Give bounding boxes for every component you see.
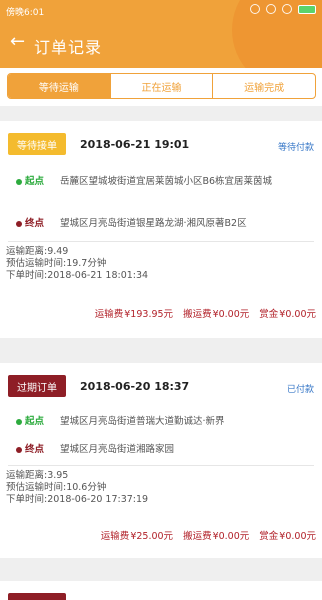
reward: 赏金 ¥0.00元: [259, 528, 316, 542]
status-bar: 傍晚6:01: [0, 0, 322, 22]
order-info: 运输距离:9.49 预估运输时间:19.7分钟 下单时间:2018-06-21 …: [6, 246, 148, 282]
payment-status[interactable]: 已付款: [287, 382, 314, 395]
moving-fee-label: 搬运费: [183, 309, 212, 320]
estimated-time-text: 预估运输时间:19.7分钟: [6, 258, 107, 269]
transport-fee-label: 运输费: [100, 531, 130, 542]
origin-address: 望城区月亮岛街道普瑞大道勤诚达·新界: [60, 416, 225, 427]
alarm-icon: [250, 4, 260, 14]
status-badge: 过期订单: [8, 375, 66, 397]
destination-row: 终点 望城区月亮岛街道银星路龙湖·湘风原著B2区: [16, 217, 312, 231]
origin-address: 岳麓区望城坡街道宜居莱茵城小区B6栋宜居莱茵城: [60, 176, 273, 187]
status-badge-partial: [8, 593, 66, 600]
tab-transport-complete[interactable]: 运输完成: [213, 74, 315, 98]
app-header: ← 订单记录: [0, 22, 322, 68]
reward: 赏金 ¥0.00元: [259, 306, 316, 320]
origin-row: 起点 岳麓区望城坡街道宜居莱茵城小区B6栋宜居莱茵城: [16, 175, 312, 203]
signal-icon: [266, 4, 276, 14]
page-title: 订单记录: [34, 38, 103, 57]
destination-label: 终点: [25, 218, 45, 229]
order-card[interactable]: 过期订单 2018-06-20 18:37 已付款 起点 望城区月亮岛街道普瑞大…: [0, 363, 322, 558]
destination-dot-icon: [16, 221, 22, 227]
status-badge: 等待接单: [8, 133, 66, 155]
distance-text: 运输距离:3.95: [6, 470, 69, 481]
destination-row: 终点 望城区月亮岛街道湘路家园: [16, 443, 312, 457]
battery-icon: [298, 4, 316, 14]
order-datetime: 2018-06-20 18:37: [80, 380, 190, 393]
order-time-text: 下单时间:2018-06-21 18:01:34: [6, 270, 149, 281]
transport-fee-label: 运输费: [94, 309, 124, 320]
origin-label: 起点: [25, 176, 45, 187]
destination-address: 望城区月亮岛街道银星路龙湖·湘风原著B2区: [60, 218, 247, 229]
order-time-text: 下单时间:2018-06-20 17:37:19: [6, 494, 149, 505]
order-datetime: 2018-06-21 19:01: [80, 138, 190, 151]
tab-in-transport[interactable]: 正在运输: [111, 74, 214, 98]
distance-text: 运输距离:9.49: [6, 246, 69, 257]
origin-dot-icon: [16, 419, 22, 425]
status-time: 傍晚6:01: [6, 8, 45, 18]
origin-label: 起点: [25, 416, 45, 427]
moving-fee-label: 搬运费: [183, 531, 212, 542]
fee-row: 运输费 ¥193.95元 搬运费 ¥0.00元 赏金 ¥0.00元: [95, 306, 316, 320]
moving-fee-value: ¥0.00元: [212, 309, 250, 320]
reward-value: ¥0.00元: [279, 309, 316, 320]
reward-label: 赏金: [259, 309, 279, 320]
order-card[interactable]: 等待接单 2018-06-21 19:01 等待付款 起点 岳麓区望城坡街道宜居…: [0, 121, 322, 338]
fee-row: 运输费 ¥25.00元 搬运费 ¥0.00元 赏金 ¥0.00元: [101, 528, 316, 542]
moving-fee: 搬运费 ¥0.00元: [183, 528, 249, 542]
app-top-area: 傍晚6:01 ← 订单记录: [0, 0, 322, 68]
moving-fee-value: ¥0.00元: [212, 531, 250, 542]
order-info: 运输距离:3.95 预估运输时间:10.6分钟 下单时间:2018-06-20 …: [6, 470, 148, 506]
origin-row: 起点 望城区月亮岛街道普瑞大道勤诚达·新界: [16, 415, 312, 429]
segmented-tabs: 等待运输 正在运输 运输完成: [7, 73, 316, 99]
order-card-partial[interactable]: [0, 581, 322, 600]
tabs-container: 等待运输 正在运输 运输完成: [0, 68, 322, 106]
estimated-time-text: 预估运输时间:10.6分钟: [6, 482, 107, 493]
moving-fee: 搬运费 ¥0.00元: [183, 306, 249, 320]
transport-fee: 运输费 ¥193.95元: [95, 306, 173, 320]
reward-value: ¥0.00元: [279, 531, 316, 542]
origin-dot-icon: [16, 179, 22, 185]
divider: [8, 241, 314, 242]
tab-waiting-transport[interactable]: 等待运输: [8, 74, 111, 98]
destination-address: 望城区月亮岛街道湘路家园: [60, 444, 175, 455]
destination-dot-icon: [16, 447, 22, 453]
divider: [8, 465, 314, 466]
transport-fee-value: ¥193.95元: [124, 309, 174, 320]
wifi-icon: [282, 4, 292, 14]
destination-label: 终点: [25, 444, 45, 455]
payment-status[interactable]: 等待付款: [278, 140, 314, 153]
reward-label: 赏金: [259, 531, 279, 542]
transport-fee: 运输费 ¥25.00元: [101, 528, 173, 542]
back-arrow-icon[interactable]: ←: [10, 33, 25, 51]
status-icons: [250, 4, 316, 14]
transport-fee-value: ¥25.00元: [130, 531, 174, 542]
